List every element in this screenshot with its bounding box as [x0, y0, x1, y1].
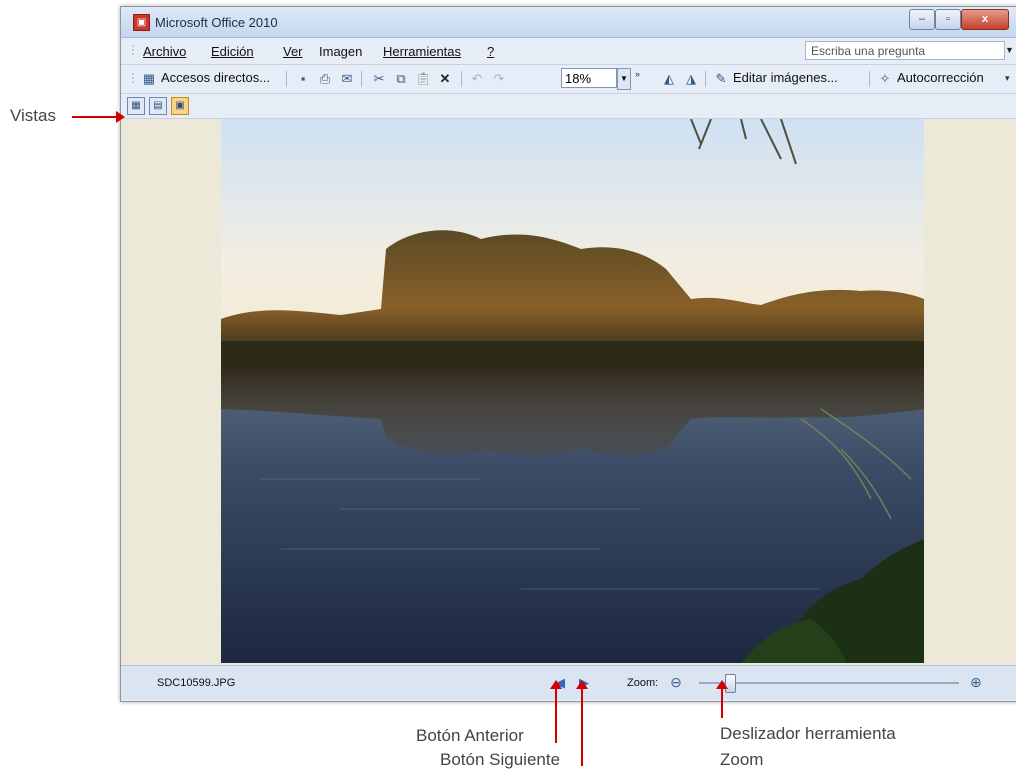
shortcuts-button[interactable]: Accesos directos... [161, 70, 270, 85]
toolbar-separator [869, 71, 870, 87]
annotation-zoom-slider-line2: Zoom [720, 750, 764, 769]
menu-archivo[interactable]: Archivo [143, 44, 186, 59]
thumbnail-view-button[interactable]: ▦ [127, 97, 145, 115]
autocorrect-button[interactable]: Autocorrección [897, 70, 984, 85]
menu-ver[interactable]: Ver [283, 44, 303, 59]
menu-imagen[interactable]: Imagen [319, 44, 362, 59]
delete-icon[interactable]: ✕ [437, 71, 453, 87]
close-button[interactable]: x [961, 9, 1009, 30]
ask-dropdown-icon[interactable]: ▼ [1005, 41, 1015, 60]
filmstrip-view-button[interactable]: ▤ [149, 97, 167, 115]
annotation-prev-button: Botón Anterior [416, 726, 524, 745]
undo-icon[interactable]: ↶ [469, 71, 485, 87]
zoom-slider-track[interactable] [699, 682, 959, 684]
autocorrect-icon[interactable]: ✧ [877, 71, 893, 87]
menu-herramientas[interactable]: Herramientas [383, 44, 461, 59]
picture-area [121, 119, 1016, 665]
toolbar-separator [461, 71, 462, 87]
zoom-percent-box[interactable]: 18% [561, 68, 617, 88]
menu-edicion[interactable]: Edición [211, 44, 254, 59]
arrowhead-next-icon [576, 680, 588, 689]
annotation-views: Vistas [10, 106, 56, 125]
annotation-arrow-next [581, 688, 583, 766]
rotate-right-icon[interactable]: ◮ [683, 71, 699, 87]
toolbar-grip-icon: ⋮ [127, 71, 139, 85]
toolbar-options-icon[interactable]: ▾ [1005, 73, 1010, 84]
views-toolbar: ▦ ▤ ▣ [121, 94, 1016, 119]
menu-bar: ⋮ Archivo Edición Ver Imagen Herramienta… [121, 38, 1016, 65]
redo-icon[interactable]: ↷ [491, 71, 507, 87]
menu-grip-icon: ⋮ [127, 43, 139, 57]
single-picture-view-button[interactable]: ▣ [171, 97, 189, 115]
paste-icon[interactable]: 📋︎ [415, 71, 432, 87]
status-bar: SDC10599.JPG ◀ ▶ Zoom: ⊖ ⊕ [121, 665, 1016, 700]
save-icon[interactable]: ▪ [295, 71, 311, 87]
annotation-arrow-zoom [721, 688, 723, 718]
filename-label: SDC10599.JPG [157, 677, 236, 689]
rotate-left-icon[interactable]: ◭ [661, 71, 677, 87]
zoom-label: Zoom: [627, 677, 659, 689]
annotation-zoom-slider-line1: Deslizador herramienta [720, 724, 896, 743]
arrowhead-prev-icon [550, 680, 562, 689]
menu-help[interactable]: ? [487, 44, 494, 59]
cut-icon[interactable]: ✂ [371, 71, 387, 87]
zoom-out-icon[interactable]: ⊖ [667, 673, 685, 691]
toolbar-separator [286, 71, 287, 87]
standard-toolbar: ⋮ ▦ Accesos directos... ▪ ⎙ ✉ ✂ ⧉ 📋︎ ✕ ↶… [121, 65, 1016, 94]
toolbar-separator [361, 71, 362, 87]
arrowhead-views-icon [116, 111, 125, 123]
edit-images-button[interactable]: Editar imágenes... [733, 70, 838, 85]
window-title: Microsoft Office 2010 [155, 15, 278, 30]
annotation-next-button: Botón Siguiente [440, 750, 561, 769]
copy-icon[interactable]: ⧉ [393, 71, 409, 87]
edit-images-icon[interactable]: ✎ [713, 71, 729, 87]
maximize-button[interactable]: ▫ [935, 9, 961, 30]
zoom-in-icon[interactable]: ⊕ [967, 673, 985, 691]
picture-manager-window: ▣ Microsoft Office 2010 – ▫ x ⋮ Archivo … [120, 6, 1016, 702]
office-app-icon: ▣ [133, 14, 150, 31]
shortcuts-icon[interactable]: ▦ [141, 71, 157, 87]
ask-question-input[interactable]: Escriba una pregunta [805, 41, 1005, 60]
send-mail-icon[interactable]: ✉ [339, 71, 355, 87]
toolbar-overflow-icon[interactable]: » [635, 69, 640, 79]
print-icon[interactable]: ⎙ [317, 71, 333, 87]
zoom-dropdown-icon[interactable]: ▼ [617, 68, 631, 90]
annotation-arrow-prev [555, 688, 557, 743]
lake-photo [221, 119, 924, 663]
arrowhead-zoom-icon [716, 680, 728, 689]
annotation-arrow-views [72, 116, 118, 118]
toolbar-separator [705, 71, 706, 87]
minimize-button[interactable]: – [909, 9, 935, 30]
title-bar[interactable]: ▣ Microsoft Office 2010 – ▫ x [121, 7, 1016, 38]
